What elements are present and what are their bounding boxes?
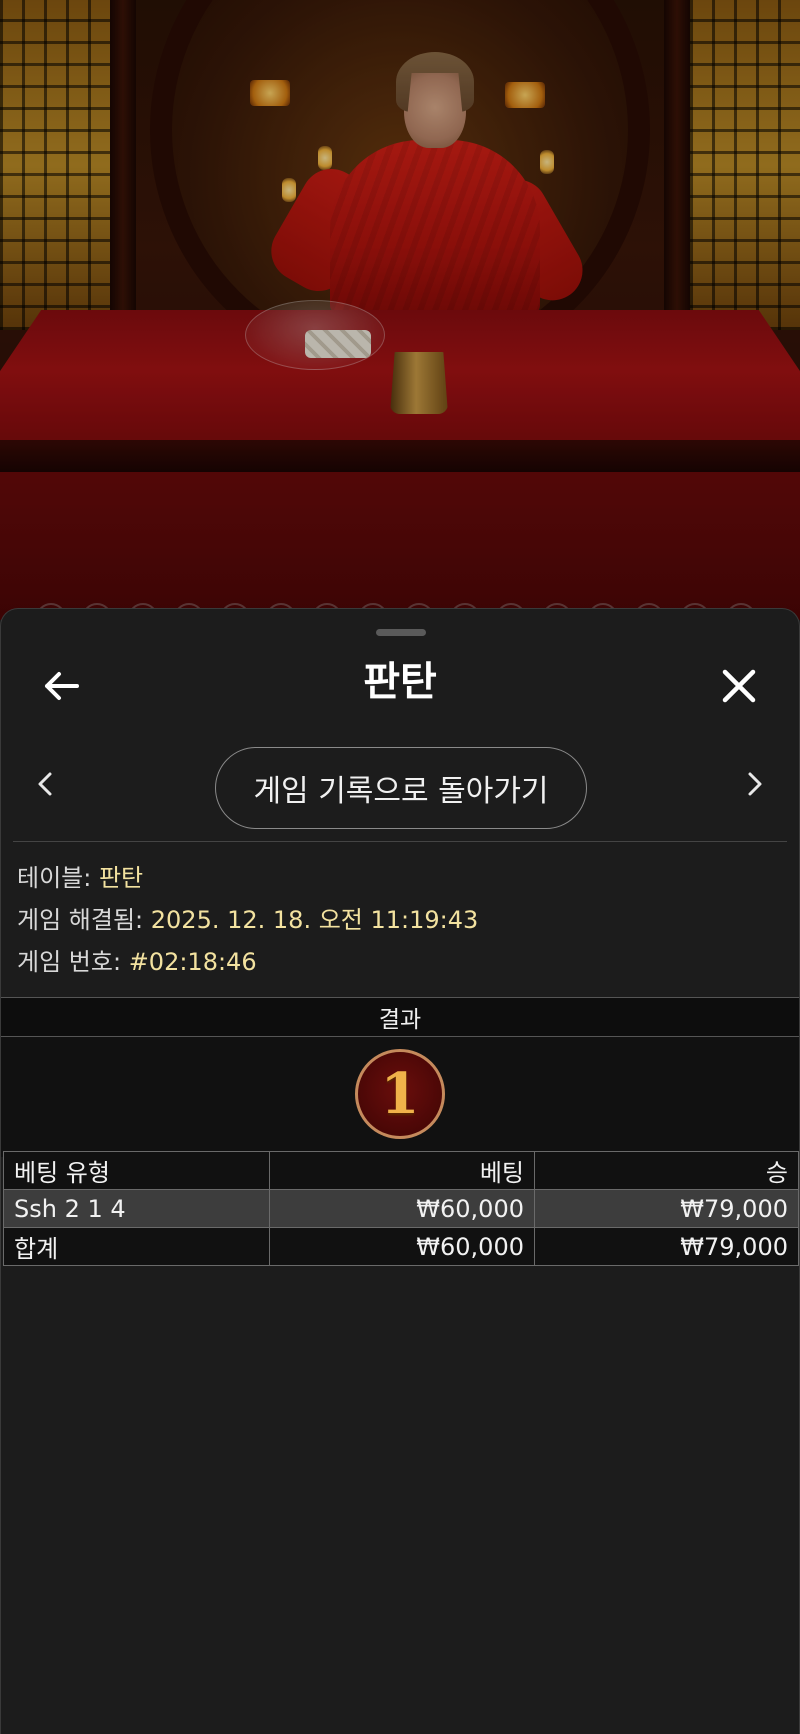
page-title: 판탄 (363, 660, 437, 704)
win-amount-cell: ₩79,000 (534, 1189, 799, 1228)
result-number-badge: 1 (355, 1049, 445, 1139)
divider (13, 841, 787, 842)
table-row: 테이블: 판탄 (17, 857, 478, 899)
resolved-label: 게임 해결됨: (17, 906, 144, 934)
total-row: 합계 ₩60,000 ₩79,000 (3, 1227, 799, 1266)
game-history-sheet: 판탄 게임 기록으로 돌아가기 테이블: 판탄 게임 해결됨: 2025. 12… (0, 608, 800, 1734)
table-label: 테이블: (17, 864, 92, 892)
total-win-cell: ₩79,000 (534, 1227, 799, 1266)
header-bet-type: 베팅 유형 (3, 1151, 270, 1190)
game-number-label: 게임 번호: (17, 948, 122, 976)
game-number-value: #02:18:46 (128, 948, 257, 976)
header-bet: 베팅 (269, 1151, 535, 1190)
next-game-button[interactable] (735, 759, 775, 809)
table-value: 판탄 (98, 864, 144, 892)
result-heading: 결과 (1, 997, 799, 1037)
total-label-cell: 합계 (3, 1227, 270, 1266)
scene-dim-overlay (0, 0, 800, 620)
close-icon (722, 669, 756, 703)
drag-handle[interactable] (376, 629, 426, 636)
bet-amount-cell: ₩60,000 (269, 1189, 535, 1228)
table-row: Ssh 2 1 4 ₩60,000 ₩79,000 (3, 1189, 799, 1228)
game-number-row: 게임 번호: #02:18:46 (17, 941, 478, 983)
header-win: 승 (534, 1151, 799, 1190)
previous-game-button[interactable] (25, 759, 65, 809)
chevron-left-icon (38, 772, 52, 796)
game-details: 테이블: 판탄 게임 해결됨: 2025. 12. 18. 오전 11:19:4… (17, 857, 478, 983)
chevron-right-icon (748, 772, 762, 796)
table-header-row: 베팅 유형 베팅 승 (3, 1151, 799, 1190)
back-to-history-button[interactable]: 게임 기록으로 돌아가기 (215, 747, 587, 829)
resolved-row: 게임 해결됨: 2025. 12. 18. 오전 11:19:43 (17, 899, 478, 941)
bets-table: 베팅 유형 베팅 승 Ssh 2 1 4 ₩60,000 ₩79,000 합계 … (3, 1151, 799, 1266)
total-bet-cell: ₩60,000 (269, 1227, 535, 1266)
bet-type-cell: Ssh 2 1 4 (3, 1189, 270, 1228)
result-area: 1 (1, 1037, 799, 1157)
resolved-value: 2025. 12. 18. 오전 11:19:43 (150, 906, 479, 934)
live-video-background (0, 0, 800, 620)
close-button[interactable] (707, 654, 771, 718)
